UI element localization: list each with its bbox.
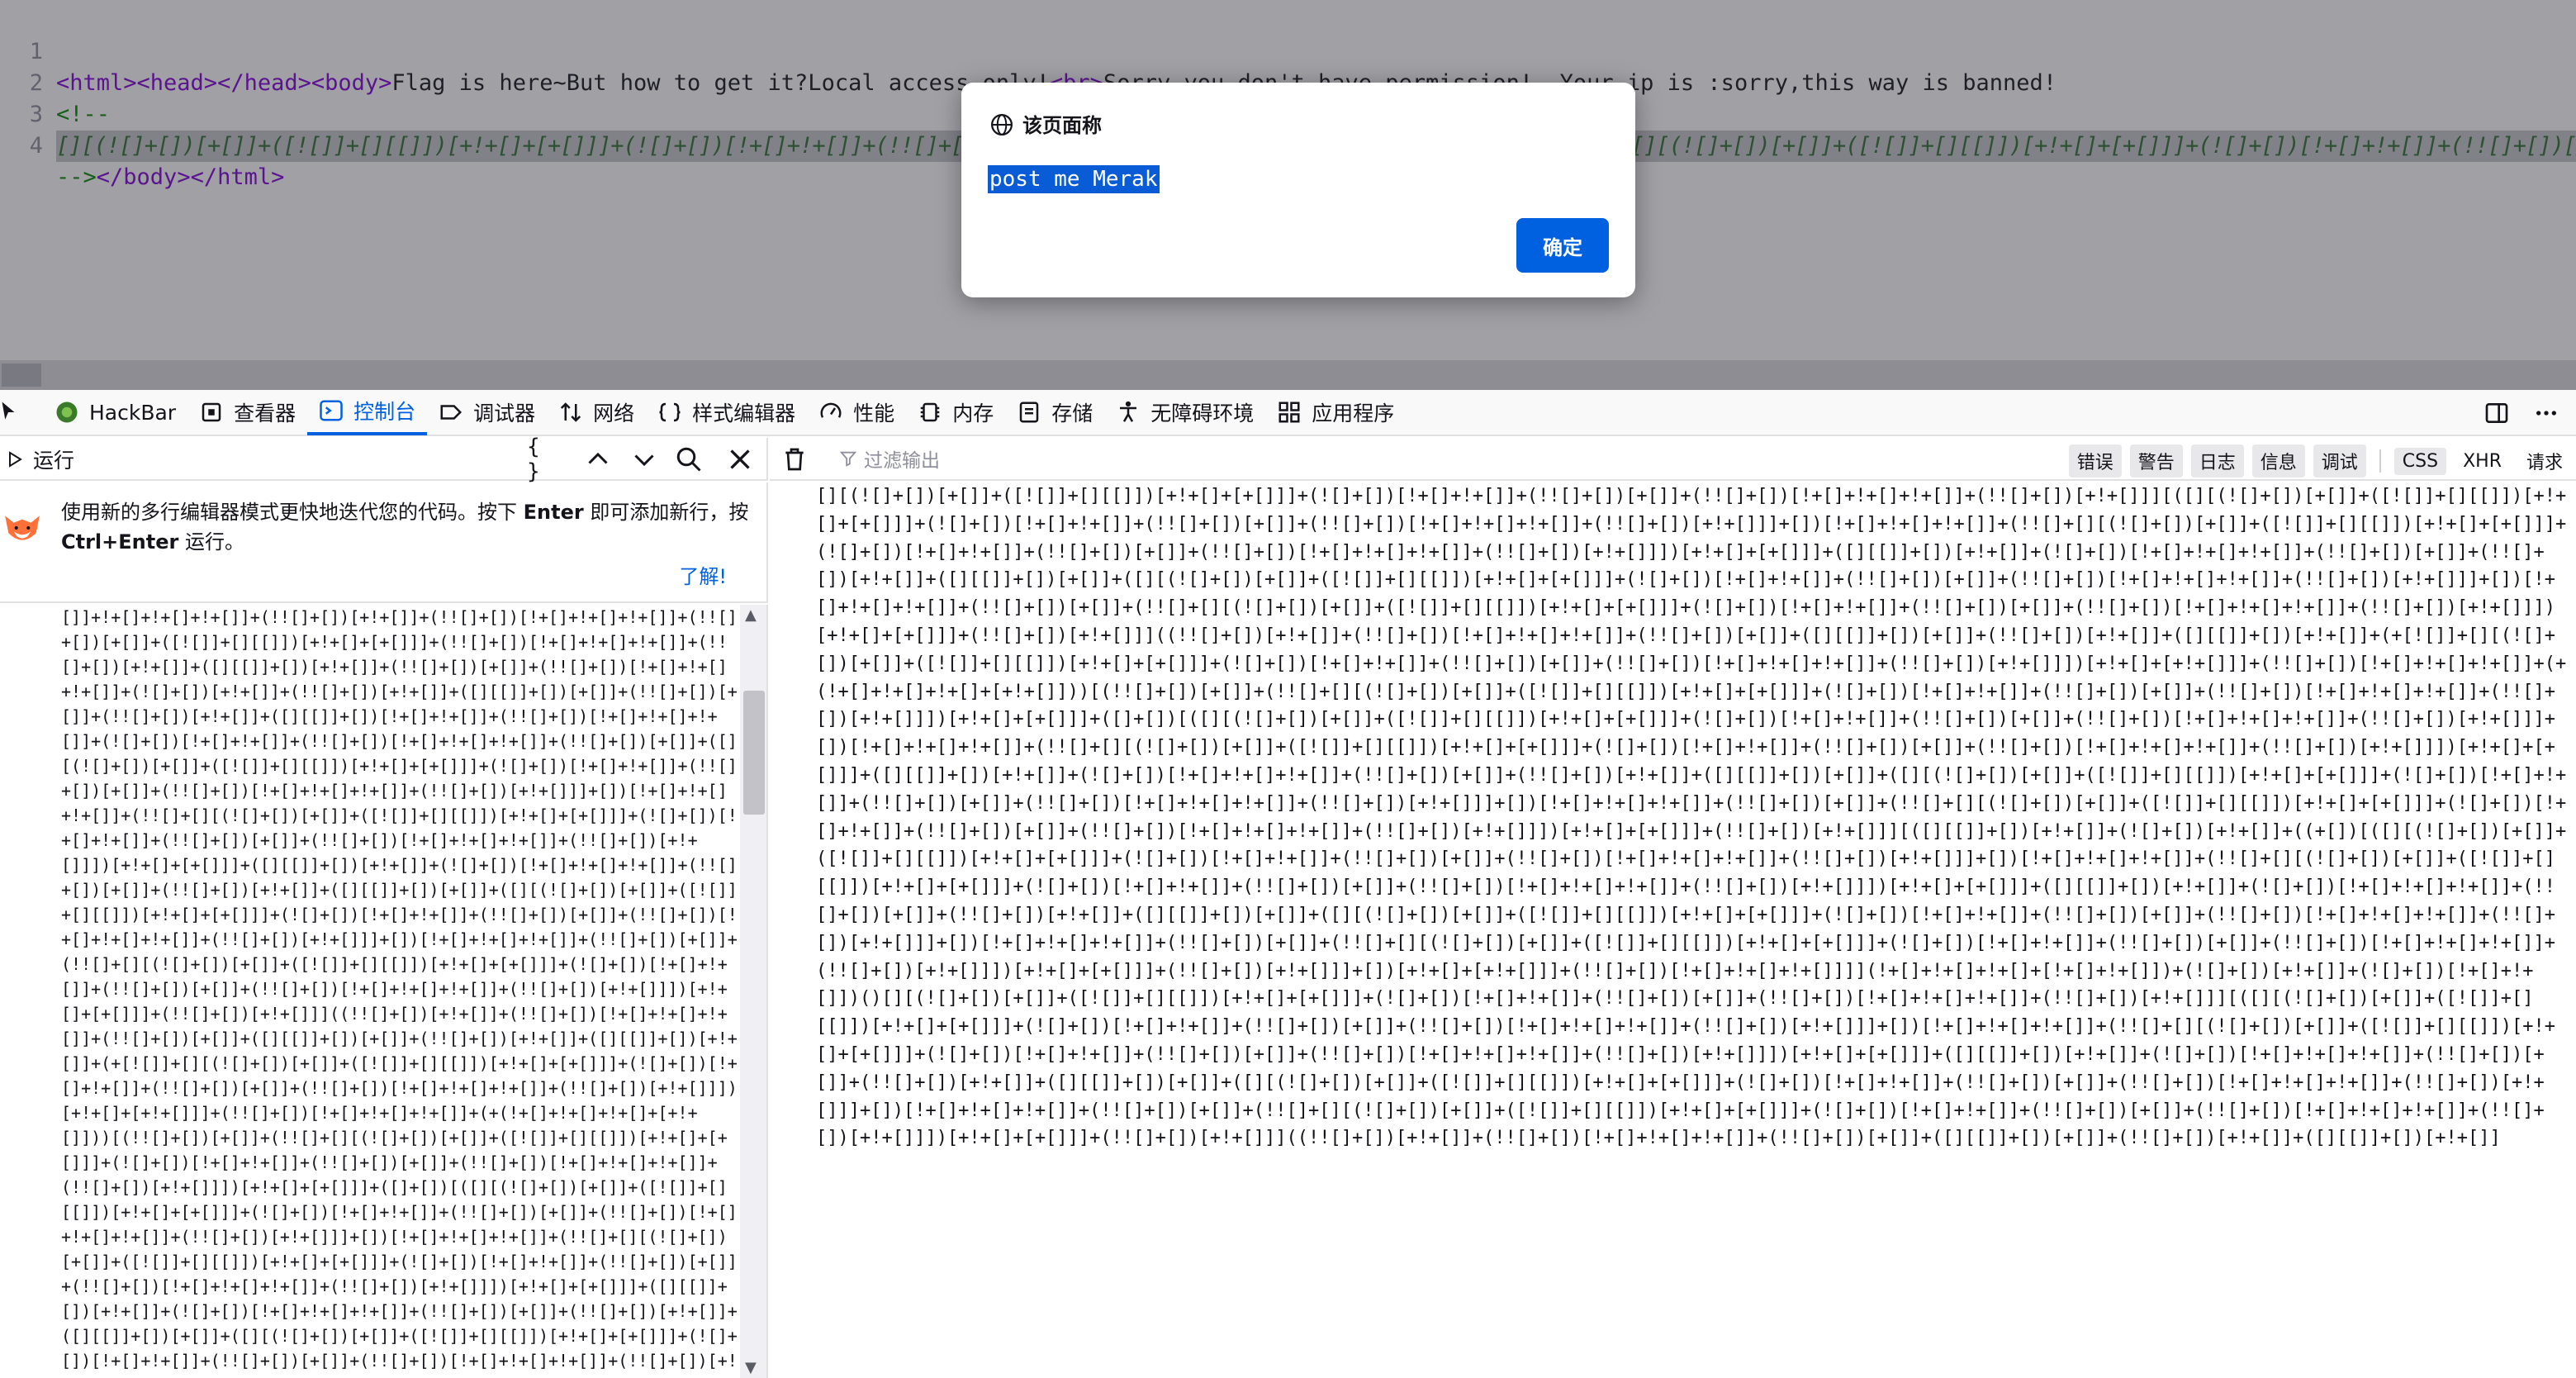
application-icon [1279, 402, 1300, 423]
tab-label: 内存 [952, 402, 994, 425]
tab-memory[interactable]: 内存 [906, 389, 1005, 435]
close-editor-icon[interactable] [723, 444, 757, 474]
storage-icon [1019, 402, 1039, 423]
globe-icon [991, 114, 1013, 135]
tab-network[interactable]: 网络 [547, 389, 646, 435]
tab-application[interactable]: 应用程序 [1265, 389, 1406, 435]
filter-info[interactable]: 信息 [2251, 444, 2305, 478]
play-icon [9, 451, 22, 468]
dialog-title: 该页面称 [1022, 114, 1102, 137]
run-button[interactable]: 运行 [5, 446, 74, 473]
tab-label: 样式编辑器 [692, 402, 796, 425]
pretty-print-button[interactable]: { } [527, 435, 560, 484]
tab-hackbar[interactable]: HackBar [43, 389, 187, 435]
reverse-search-icon[interactable] [672, 444, 705, 474]
element-picker-button[interactable] [0, 389, 43, 435]
enter-key: Enter [523, 501, 584, 524]
console-output: [][(![]+[])[+[]]+([![]]+[][[]])[+!+[]+[+… [770, 482, 2576, 1378]
scroll-down-arrow[interactable]: ▼ [745, 1359, 757, 1376]
page-source-view: 1 <html><head></head><body>Flag is here~… [0, 0, 2576, 390]
filter-debug[interactable]: 调试 [2313, 444, 2366, 478]
tab-debugger[interactable]: 调试器 [427, 389, 547, 435]
tab-console[interactable]: 控制台 [307, 389, 428, 435]
filter-requests[interactable]: 请求 [2518, 444, 2571, 478]
dock-side-icon[interactable] [2483, 400, 2510, 426]
tab-label: HackBar [89, 400, 177, 425]
network-icon [561, 402, 581, 422]
run-label: 运行 [33, 449, 75, 473]
editor-toolbar: 运行 { } [0, 435, 768, 484]
notice-text: 使用新的多行编辑器模式更快地迭代您的代码。按下 Enter 即可添加新行，按 C… [61, 497, 755, 557]
notice-text-part: 使用新的多行编辑器模式更快地迭代您的代码。按下 [61, 501, 524, 524]
log-level-filters: 错误 警告 日志 信息 调试 CSS XHR 请求 [2068, 444, 2571, 478]
editor-onboarding-notice: 使用新的多行编辑器模式更快地迭代您的代码。按下 Enter 即可添加新行，按 C… [0, 482, 768, 603]
trash-icon[interactable] [781, 446, 808, 473]
tab-accessibility[interactable]: 无障碍环境 [1104, 389, 1265, 435]
debugger-icon [440, 405, 463, 420]
devtools-toolbar: HackBar 查看器 控制台 调试器 网络 样式编辑器 性能 内存 存储 无障… [0, 390, 2576, 436]
devtools-window-controls [2483, 390, 2559, 436]
pick-element-icon [2, 402, 15, 420]
filter-errors[interactable]: 错误 [2068, 444, 2122, 478]
more-options-icon[interactable] [2533, 400, 2559, 426]
firefox-fox-icon [5, 516, 40, 540]
tab-label: 应用程序 [1312, 402, 1395, 425]
tab-style-editor[interactable]: 样式编辑器 [646, 389, 807, 435]
filter-output-input[interactable]: 过滤输出 [839, 444, 940, 473]
alert-dialog: 该页面称 post me Merak 确定 [961, 83, 1635, 297]
filter-placeholder: 过滤输出 [864, 450, 940, 472]
chevron-up-icon[interactable] [581, 444, 614, 474]
tab-label: 网络 [593, 402, 635, 425]
editor-code[interactable]: []]+!+[]+!+[]+!+[]]+(!![]+[])[+!+[]]+(!!… [61, 605, 738, 1378]
tab-label: 调试器 [473, 402, 536, 425]
console-icon [320, 400, 343, 421]
tab-label: 无障碍环境 [1150, 402, 1255, 425]
filter-css[interactable]: CSS [2393, 447, 2447, 475]
filter-warnings[interactable]: 警告 [2129, 444, 2183, 478]
tab-label: 控制台 [353, 400, 416, 424]
multiline-editor[interactable]: []]+!+[]+!+[]+!+[]]+(!![]+[])[+!+[]]+(!!… [0, 605, 768, 1378]
memory-icon [920, 402, 940, 422]
chevron-down-icon[interactable] [628, 444, 661, 474]
tab-label: 性能 [853, 402, 895, 425]
tab-label: 查看器 [234, 402, 297, 425]
tab-label: 存储 [1051, 402, 1093, 425]
notice-text-part: 运行。 [178, 530, 244, 554]
console-toolbar: 过滤输出 错误 警告 日志 信息 调试 CSS XHR 请求 [770, 438, 2576, 481]
tab-performance[interactable]: 性能 [807, 389, 906, 435]
dialog-message: post me Merak [988, 165, 1160, 193]
console-log-message: [][(![]+[])[+[]]+([![]]+[][[]])[+!+[]+[+… [816, 486, 2567, 1149]
scrollbar-thumb[interactable] [743, 691, 765, 815]
tab-storage[interactable]: 存储 [1005, 389, 1104, 435]
got-it-link[interactable]: 了解! [679, 560, 727, 589]
accessibility-icon [1120, 401, 1137, 422]
editor-gutter [0, 605, 50, 1378]
hackbar-icon [56, 402, 78, 423]
ctrl-enter-key: Ctrl+Enter [61, 530, 179, 554]
editor-scrollbar[interactable]: ▲ ▼ [740, 605, 766, 1378]
scroll-up-arrow[interactable]: ▲ [745, 606, 757, 624]
style-editor-icon [659, 402, 681, 422]
inspector-icon [202, 402, 221, 422]
filter-xhr[interactable]: XHR [2455, 448, 2510, 475]
tab-inspector[interactable]: 查看器 [187, 389, 307, 435]
notice-text-part: 即可添加新行，按 [583, 501, 749, 524]
divider [2379, 449, 2381, 473]
filter-logs[interactable]: 日志 [2190, 444, 2244, 478]
performance-icon [820, 402, 842, 418]
ok-button[interactable]: 确定 [1516, 218, 1609, 273]
filter-icon [839, 451, 857, 467]
